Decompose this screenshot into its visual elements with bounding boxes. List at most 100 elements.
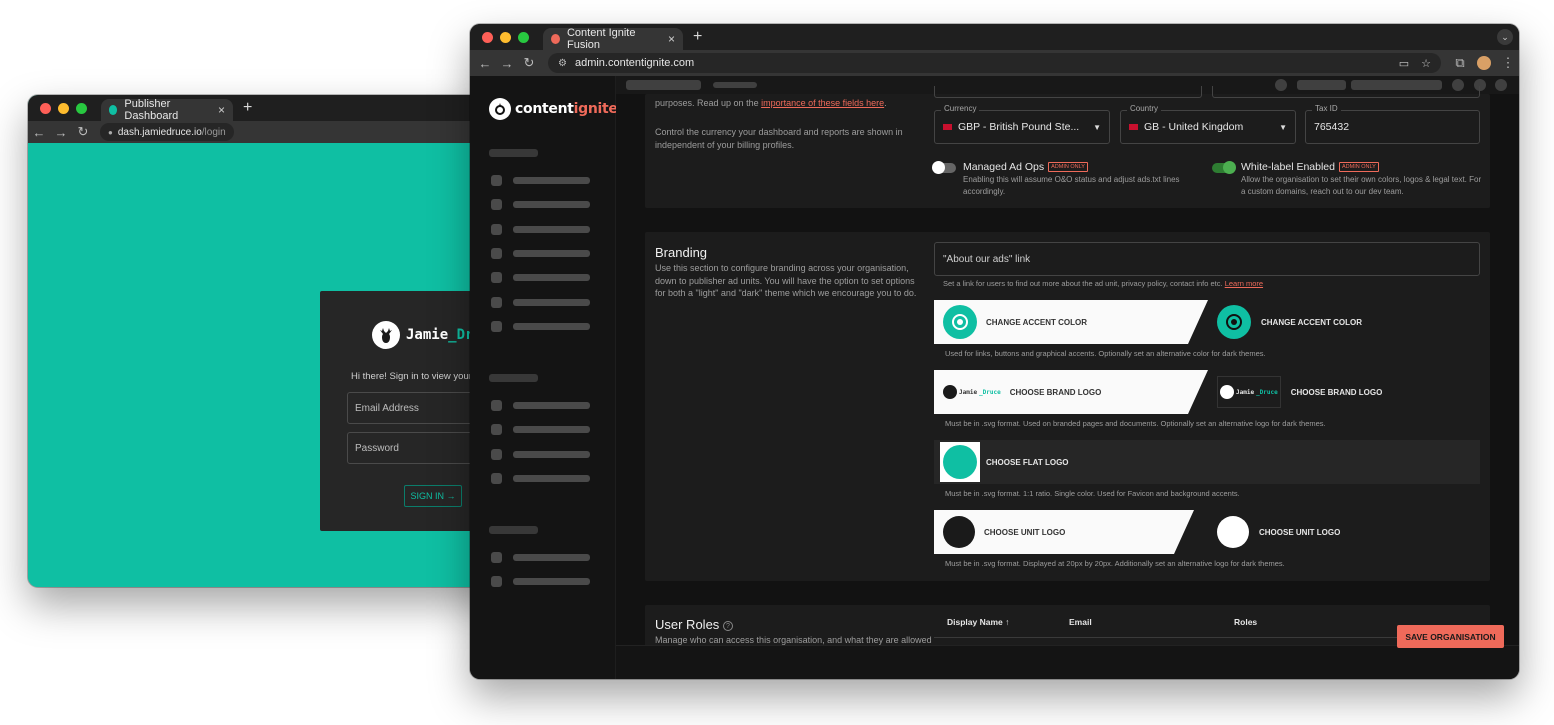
login-background: Jamie _Dr Hi there! Sign in to view your … bbox=[28, 143, 508, 587]
maximize-window-button[interactable] bbox=[76, 102, 87, 114]
back-arrow-icon[interactable]: ← bbox=[28, 125, 50, 140]
profile-avatar[interactable] bbox=[1477, 56, 1491, 70]
nav-item-icon-skeleton[interactable] bbox=[491, 552, 502, 563]
logo-text: content bbox=[515, 101, 574, 117]
brand-logo-dark-button[interactable]: Jamie _Druce CHOOSE BRAND LOGO bbox=[1217, 370, 1382, 414]
logo-accent: ignite bbox=[573, 101, 618, 117]
address-bar: ← → ↻ ● dash.jamiedruce.io/login bbox=[28, 121, 508, 143]
cast-icon[interactable]: ▭ bbox=[1399, 57, 1409, 70]
minimize-window-button[interactable] bbox=[500, 31, 511, 43]
brand-logo-dark-label: CHOOSE BRAND LOGO bbox=[1290, 387, 1383, 397]
nav-item-icon-skeleton[interactable] bbox=[491, 296, 502, 308]
nav-item-icon-skeleton[interactable] bbox=[491, 175, 502, 186]
uk-flag-icon bbox=[943, 124, 952, 130]
url-field[interactable]: ⚙ admin.contentignite.com ▭ ☆ bbox=[548, 53, 1441, 73]
unit-logo-dark-button[interactable]: CHOOSE UNIT LOGO bbox=[1217, 510, 1340, 554]
currency-value: GBP - British Pound Ste... bbox=[958, 121, 1080, 133]
close-window-button[interactable] bbox=[40, 102, 51, 114]
brand-name: Jamie bbox=[406, 327, 449, 343]
country-value: GB - United Kingdom bbox=[1144, 121, 1244, 133]
menu-kebab-icon[interactable]: ⋮ bbox=[1497, 55, 1519, 71]
tab-publisher-dashboard[interactable]: Publisher Dashboard × bbox=[101, 98, 233, 122]
nav-item-icon-skeleton[interactable] bbox=[491, 576, 502, 587]
maximize-window-button[interactable] bbox=[518, 31, 529, 43]
sign-in-button[interactable]: SIGN IN → bbox=[404, 485, 462, 507]
reload-icon[interactable]: ↻ bbox=[72, 124, 94, 140]
learn-more-link[interactable]: Learn more bbox=[1225, 279, 1263, 288]
column-roles[interactable]: Roles bbox=[1234, 617, 1257, 627]
toggle-knob bbox=[1223, 161, 1236, 174]
close-tab-icon[interactable]: × bbox=[218, 103, 225, 117]
accent-color-light-button[interactable]: CHANGE ACCENT COLOR bbox=[934, 300, 1188, 344]
about-ads-help-text: Set a link for users to find out more ab… bbox=[943, 279, 1225, 288]
ignite-favicon-icon bbox=[551, 34, 560, 44]
publisher-dashboard-window: Publisher Dashboard × + ← → ↻ ● dash.jam… bbox=[28, 95, 508, 587]
deer-logo-icon bbox=[1217, 516, 1249, 548]
help-circle-icon[interactable]: ? bbox=[722, 620, 733, 631]
url-field[interactable]: ● dash.jamiedruce.io/login bbox=[100, 123, 234, 141]
column-display-name[interactable]: Display Name ↑ bbox=[947, 617, 1009, 627]
brand-logo-dark-preview: Jamie _Druce bbox=[1217, 376, 1281, 408]
content-ignite-logo[interactable]: content ignite bbox=[489, 98, 618, 120]
nav-item-label-skeleton bbox=[513, 322, 590, 330]
nav-item-icon-skeleton[interactable] bbox=[491, 223, 502, 235]
nav-item-label-skeleton bbox=[513, 554, 590, 561]
nav-item-icon-skeleton[interactable] bbox=[491, 400, 502, 411]
sidebar: content ignite bbox=[470, 76, 618, 679]
nav-item-icon-skeleton[interactable] bbox=[491, 199, 502, 211]
flat-logo-help: Must be in .svg format. 1:1 ratio. Singl… bbox=[945, 489, 1240, 498]
back-arrow-icon[interactable]: ← bbox=[474, 56, 496, 71]
window-controls bbox=[470, 31, 543, 43]
accent-swatch bbox=[943, 305, 977, 339]
managed-ad-ops-toggle[interactable] bbox=[932, 161, 956, 174]
nav-item-icon-skeleton[interactable] bbox=[491, 472, 502, 484]
about-ads-link-input[interactable]: "About our ads" link bbox=[934, 242, 1480, 276]
bookmark-star-icon[interactable]: ☆ bbox=[1421, 57, 1431, 70]
branding-title: Branding bbox=[655, 245, 708, 260]
flat-logo-button[interactable]: CHOOSE FLAT LOGO bbox=[934, 440, 1480, 484]
brand-logo-light-button[interactable]: Jamie _Druce CHOOSE BRAND LOGO bbox=[934, 370, 1188, 414]
site-settings-icon[interactable]: ⚙ bbox=[558, 58, 567, 69]
nav-item-icon-skeleton[interactable] bbox=[491, 320, 502, 332]
nav-item-icon-skeleton[interactable] bbox=[491, 247, 502, 259]
managed-ad-ops-description: Enabling this will assume O&O status and… bbox=[963, 175, 1180, 196]
flat-logo-label: CHOOSE FLAT LOGO bbox=[986, 457, 1069, 467]
save-organisation-button[interactable]: SAVE ORGANISATION bbox=[1397, 625, 1504, 648]
importance-link[interactable]: importance of these fields here bbox=[761, 98, 884, 108]
flame-logo-icon bbox=[489, 98, 511, 120]
nav-item-label-skeleton bbox=[513, 274, 590, 282]
new-tab-button[interactable]: + bbox=[243, 99, 252, 117]
nav-item-icon-skeleton[interactable] bbox=[491, 272, 502, 284]
nav-item-icon-skeleton[interactable] bbox=[491, 448, 502, 460]
tab-content-ignite-fusion[interactable]: Content Ignite Fusion × bbox=[543, 27, 683, 51]
new-tab-button[interactable]: + bbox=[693, 28, 702, 46]
nav-item-icon-skeleton[interactable] bbox=[491, 424, 502, 436]
nav-item-label-skeleton bbox=[513, 578, 590, 585]
close-window-button[interactable] bbox=[482, 31, 493, 43]
unit-logo-light-button[interactable]: CHOOSE UNIT LOGO bbox=[934, 510, 1174, 554]
forward-arrow-icon[interactable]: → bbox=[496, 56, 518, 71]
country-select[interactable]: Country GB - United Kingdom ▼ bbox=[1120, 104, 1296, 144]
currency-select[interactable]: Currency GBP - British Pound Ste... ▼ bbox=[934, 104, 1110, 144]
white-label-toggle[interactable] bbox=[1212, 161, 1236, 174]
minimize-window-button[interactable] bbox=[58, 102, 69, 114]
close-tab-icon[interactable]: × bbox=[668, 32, 675, 46]
tab-search-icon[interactable]: ⌄ bbox=[1497, 29, 1513, 45]
deer-logo-icon bbox=[372, 321, 400, 349]
content-ignite-window: Content Ignite Fusion × + ⌄ ← → ↻ ⚙ admi… bbox=[470, 24, 1519, 679]
accent-color-row: CHANGE ACCENT COLOR CHANGE ACCENT COLOR bbox=[934, 300, 1480, 344]
column-email[interactable]: Email bbox=[1069, 617, 1092, 627]
deer-logo-icon bbox=[943, 445, 977, 479]
branding-description: Use this section to configure branding a… bbox=[655, 263, 917, 298]
billing-intro: purposes. Read up on the importance of t… bbox=[655, 97, 925, 110]
brand-logo-text: Jamie bbox=[959, 388, 978, 396]
tax-id-field[interactable]: Tax ID 765432 bbox=[1305, 104, 1480, 144]
reload-icon[interactable]: ↻ bbox=[518, 55, 540, 71]
accent-swatch-dark bbox=[1217, 305, 1251, 339]
currency-label: Currency bbox=[941, 104, 980, 113]
extensions-icon[interactable]: ⧉ bbox=[1449, 55, 1471, 71]
caret-down-icon: ▼ bbox=[1279, 122, 1287, 132]
forward-arrow-icon[interactable]: → bbox=[50, 125, 72, 140]
accent-color-dark-button[interactable]: CHANGE ACCENT COLOR bbox=[1217, 300, 1362, 344]
url-host: dash.jamiedruce.io bbox=[117, 126, 202, 138]
